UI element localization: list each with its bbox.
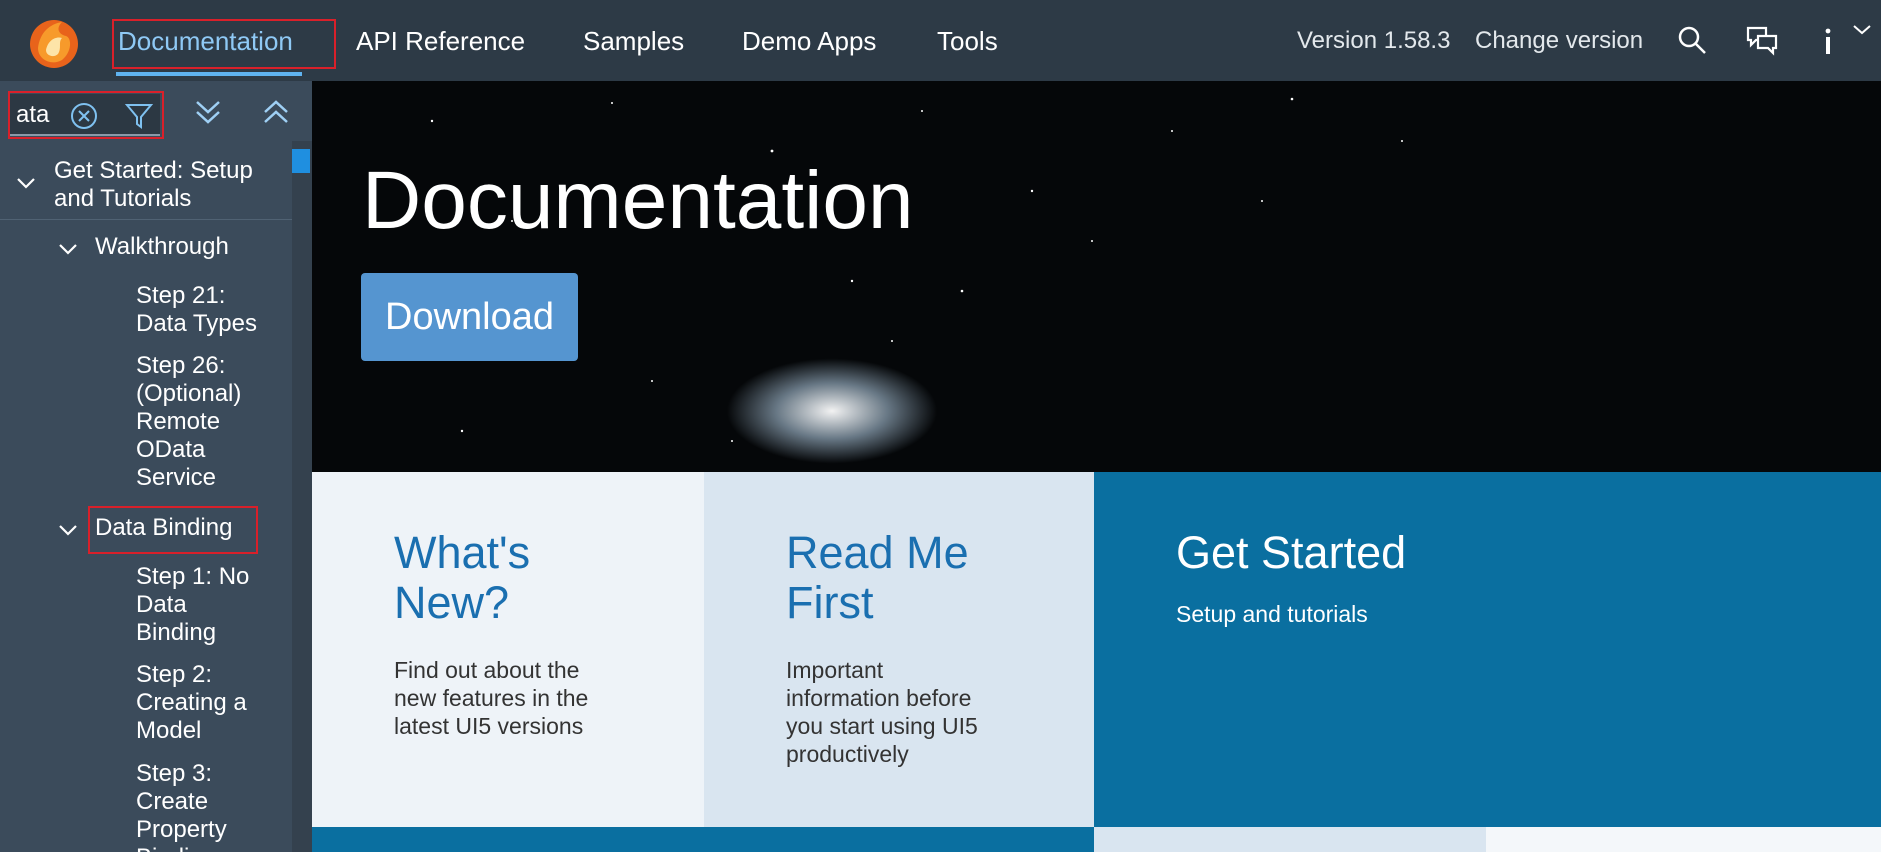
card-description: Important information before you start u… (786, 656, 1006, 768)
active-tab-indicator (116, 72, 302, 76)
chevron-down-icon[interactable] (1848, 20, 1876, 56)
chevron-down-icon[interactable] (56, 522, 80, 543)
card-description: Find out about the new features in the l… (394, 656, 614, 740)
tree-item-step-3[interactable]: Step 3: Create Property Binding (136, 760, 227, 852)
card-title: Get Started (1176, 527, 1407, 578)
card-row-partial (1094, 827, 1486, 852)
tree-item-walkthrough[interactable]: Walkthrough (95, 233, 229, 261)
tree-item-label-line: Step 2: (136, 661, 213, 688)
tree-item-step-21[interactable]: Step 21: Data Types (136, 282, 257, 338)
tree-item-label-line: Data Types (136, 310, 257, 337)
card-title: What's New? (394, 528, 654, 628)
tree-item-label-line: Remote (136, 408, 221, 435)
tree-item-label-line: Creating a (136, 689, 247, 716)
card-title-line: New? (394, 577, 510, 628)
tree-item-label-line: Model (136, 717, 202, 744)
tree-item-get-started[interactable]: Get Started: Setup and Tutorials (54, 157, 253, 213)
tree-item-step-26[interactable]: Step 26: (Optional) Remote OData Service (136, 352, 241, 492)
tab-tools[interactable]: Tools (937, 22, 998, 60)
tab-samples[interactable]: Samples (583, 22, 684, 60)
tree-item-label-line: (Optional) (136, 380, 242, 407)
tree-item-label-line: Property (136, 816, 227, 843)
card-read-me-first[interactable]: Read Me First Important information befo… (704, 472, 1094, 827)
tree-item-label-line: and Tutorials (54, 185, 192, 212)
feedback-icon[interactable] (1744, 22, 1780, 58)
highlight-box-data-binding (88, 506, 258, 554)
hero-banner: Documentation Download (312, 81, 1881, 472)
hero-title: Documentation (362, 155, 914, 246)
tree-item-step-1[interactable]: Step 1: No Data Binding (136, 563, 249, 647)
sidebar-scrollbar[interactable] (292, 141, 312, 852)
top-navigation-bar: Documentation API Reference Samples Demo… (0, 0, 1881, 81)
card-row-partial (1486, 827, 1881, 852)
card-description: Setup and tutorials (1176, 601, 1368, 627)
ui5-logo-icon[interactable] (26, 14, 82, 70)
tree-item-label-line: Binding (136, 619, 217, 646)
tree-item-step-2[interactable]: Step 2: Creating a Model (136, 661, 247, 745)
card-title-line: What's (394, 527, 531, 578)
card-description-line: Find out about the (394, 657, 580, 683)
collapse-all-icon[interactable] (261, 96, 291, 133)
expand-all-icon[interactable] (193, 96, 223, 133)
card-title-line: Read Me (786, 527, 969, 578)
tree-item-label-line: Step 21: (136, 282, 226, 309)
search-icon[interactable] (1674, 22, 1710, 58)
change-version-link[interactable]: Change version (1475, 24, 1643, 58)
card-row-partial (312, 827, 1094, 852)
card-description-line: Important (786, 657, 884, 683)
card-description-line: productively (786, 741, 909, 767)
tree-item-label-line: Service (136, 464, 217, 491)
version-label: Version 1.58.3 (1297, 27, 1451, 54)
tree-item-label-line: Get Started: Setup (54, 157, 253, 184)
card-whats-new[interactable]: What's New? Find out about the new featu… (312, 472, 704, 827)
tree-divider (0, 219, 292, 220)
chevron-down-icon[interactable] (56, 241, 80, 262)
highlight-box-documentation (112, 19, 336, 69)
tree-item-label-line: Data (136, 591, 187, 618)
card-get-started[interactable]: Get Started Setup and tutorials (1094, 472, 1881, 827)
download-button[interactable]: Download (361, 273, 578, 361)
sidebar-scroll-thumb[interactable] (292, 149, 310, 173)
sidebar-navigation: ata Get Started: Setup and Tutorials Wal… (0, 81, 312, 852)
card-title: Read Me First (786, 528, 1046, 628)
tree-item-label-line: Create (136, 788, 209, 815)
chevron-down-icon[interactable] (14, 175, 38, 196)
card-description-line: information before (786, 685, 972, 711)
tree-item-label-line: Step 3: (136, 760, 213, 787)
info-icon[interactable] (1810, 22, 1846, 58)
tree-item-label-line: Binding (136, 844, 227, 852)
tree-item-label-line: Step 26: (136, 352, 226, 379)
card-title-line: First (786, 577, 874, 628)
tree-item-label-line: OData (136, 436, 206, 463)
card-description-line: new features in the (394, 685, 589, 711)
card-description-line: latest UI5 versions (394, 713, 584, 739)
highlight-box-search (8, 91, 164, 139)
tab-demo-apps[interactable]: Demo Apps (742, 22, 876, 60)
tab-api-reference[interactable]: API Reference (356, 22, 525, 60)
tree-item-label-line: Step 1: No (136, 563, 250, 590)
card-description-line: you start using UI5 (786, 713, 978, 739)
